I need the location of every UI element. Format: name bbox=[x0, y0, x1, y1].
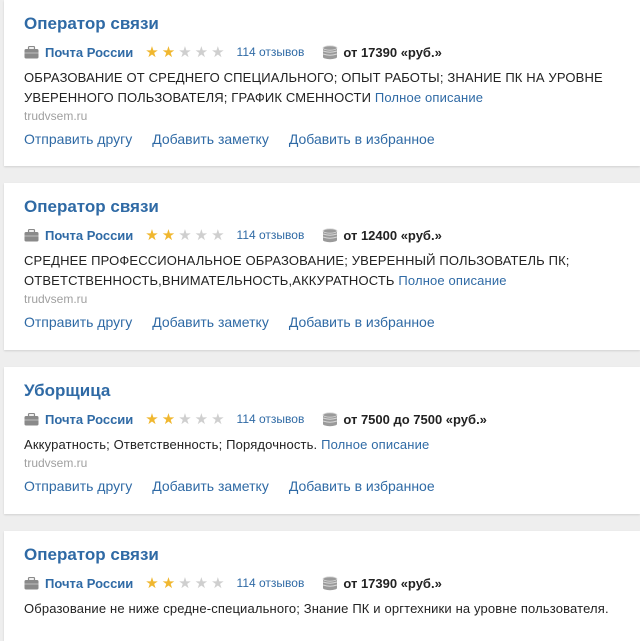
vacancy-card: Оператор связи Почта России ★ ★ ★ ★ ★ 114 от… bbox=[4, 0, 640, 166]
briefcase-icon bbox=[24, 412, 39, 426]
vacancy-meta: Почта России ★ ★ ★ ★ ★ 114 отзывов от 12400 … bbox=[24, 225, 640, 245]
send-to-friend-link[interactable]: Отправить другу bbox=[24, 313, 132, 332]
star-filled-icon: ★ bbox=[145, 226, 159, 244]
star-filled-icon: ★ bbox=[145, 410, 159, 428]
add-note-link[interactable]: Добавить заметку bbox=[152, 477, 269, 496]
description-text: Аккуратность; Ответственность; Порядочно… bbox=[24, 437, 318, 452]
vacancy-description: СРЕДНЕЕ ПРОФЕССИОНАЛЬНОЕ ОБРАЗОВАНИЕ; УВ… bbox=[24, 251, 640, 291]
add-to-favorites-link[interactable]: Добавить в избранное bbox=[289, 477, 435, 496]
company-link[interactable]: Почта России bbox=[45, 45, 133, 60]
company-link[interactable]: Почта России bbox=[45, 412, 133, 427]
vacancy-description: ОБРАЗОВАНИЕ ОТ СРЕДНЕГО СПЕЦИАЛЬНОГО; ОП… bbox=[24, 68, 640, 108]
star-empty-icon: ★ bbox=[178, 410, 192, 428]
salary: от 7500 до 7500 «руб.» bbox=[343, 411, 487, 427]
vacancy-title[interactable]: Оператор связи bbox=[24, 195, 640, 219]
source-label: trudvsem.ru bbox=[24, 456, 88, 470]
add-to-favorites-link[interactable]: Добавить в избранное bbox=[289, 130, 435, 149]
send-to-friend-link[interactable]: Отправить другу bbox=[24, 130, 132, 149]
reviews-link[interactable]: 114 отзывов bbox=[237, 412, 305, 426]
coins-icon bbox=[322, 227, 338, 243]
coins-icon bbox=[322, 44, 338, 60]
vacancy-actions: Отправить другу Добавить заметку Добавит… bbox=[24, 130, 640, 149]
star-empty-icon: ★ bbox=[194, 226, 209, 244]
star-filled-icon: ★ bbox=[161, 226, 176, 244]
salary: от 17390 «руб.» bbox=[343, 575, 442, 591]
add-note-link[interactable]: Добавить заметку bbox=[152, 313, 269, 332]
vacancy-description: Образование не ниже средне-специального;… bbox=[24, 599, 640, 619]
vacancy-meta: Почта России ★ ★ ★ ★ ★ 114 отзывов от 17390 … bbox=[24, 573, 640, 593]
rating-stars: ★ ★ ★ ★ ★ bbox=[145, 45, 224, 60]
salary: от 17390 «руб.» bbox=[343, 44, 442, 60]
vacancy-actions: Отправить другу Добавить заметку Добавит… bbox=[24, 477, 640, 496]
full-description-link[interactable]: Полное описание bbox=[398, 273, 506, 288]
star-empty-icon: ★ bbox=[211, 43, 225, 61]
vacancy-meta: Почта России ★ ★ ★ ★ ★ 114 отзывов от 7500 д… bbox=[24, 409, 640, 429]
rating-stars: ★ ★ ★ ★ ★ bbox=[145, 576, 224, 591]
briefcase-icon bbox=[24, 45, 39, 59]
rating-stars: ★ ★ ★ ★ ★ bbox=[145, 228, 224, 243]
vacancy-card: Оператор связи Почта России ★ ★ ★ ★ ★ 114 от… bbox=[4, 183, 640, 350]
vacancy-meta: Почта России ★ ★ ★ ★ ★ 114 отзывов от 17390 … bbox=[24, 42, 640, 62]
briefcase-icon bbox=[24, 228, 39, 242]
reviews-link[interactable]: 114 отзывов bbox=[237, 45, 305, 59]
vacancy-actions: Отправить другу Добавить заметку Добавит… bbox=[24, 313, 640, 332]
source-label: trudvsem.ru bbox=[24, 292, 88, 306]
star-empty-icon: ★ bbox=[194, 410, 209, 428]
star-empty-icon: ★ bbox=[178, 226, 192, 244]
coins-icon bbox=[322, 575, 338, 591]
star-filled-icon: ★ bbox=[161, 574, 176, 592]
star-empty-icon: ★ bbox=[194, 43, 209, 61]
add-to-favorites-link[interactable]: Добавить в избранное bbox=[289, 313, 435, 332]
star-empty-icon: ★ bbox=[211, 410, 225, 428]
company-link[interactable]: Почта России bbox=[45, 228, 133, 243]
star-empty-icon: ★ bbox=[211, 226, 225, 244]
reviews-link[interactable]: 114 отзывов bbox=[237, 228, 305, 242]
add-note-link[interactable]: Добавить заметку bbox=[152, 130, 269, 149]
star-filled-icon: ★ bbox=[161, 43, 176, 61]
star-filled-icon: ★ bbox=[145, 43, 159, 61]
description-text: ОБРАЗОВАНИЕ ОТ СРЕДНЕГО СПЕЦИАЛЬНОГО; ОП… bbox=[24, 70, 603, 105]
vacancy-title[interactable]: Уборщица bbox=[24, 379, 640, 403]
vacancy-card: Уборщица Почта России ★ ★ ★ ★ ★ 114 отзывов … bbox=[4, 367, 640, 514]
reviews-link[interactable]: 114 отзывов bbox=[237, 576, 305, 590]
star-empty-icon: ★ bbox=[178, 43, 192, 61]
send-to-friend-link[interactable]: Отправить другу bbox=[24, 477, 132, 496]
vacancy-title[interactable]: Оператор связи bbox=[24, 543, 640, 567]
star-filled-icon: ★ bbox=[145, 574, 159, 592]
full-description-link[interactable]: Полное описание bbox=[321, 437, 429, 452]
star-empty-icon: ★ bbox=[194, 574, 209, 592]
full-description-link[interactable]: Полное описание bbox=[375, 90, 483, 105]
vacancy-card: Оператор связи Почта России ★ ★ ★ ★ ★ 114 от… bbox=[4, 531, 640, 641]
briefcase-icon bbox=[24, 576, 39, 590]
star-empty-icon: ★ bbox=[178, 574, 192, 592]
rating-stars: ★ ★ ★ ★ ★ bbox=[145, 412, 224, 427]
vacancy-title[interactable]: Оператор связи bbox=[24, 12, 640, 36]
salary: от 12400 «руб.» bbox=[343, 227, 442, 243]
description-text: Образование не ниже средне-специального;… bbox=[24, 601, 609, 616]
coins-icon bbox=[322, 411, 338, 427]
vacancy-description: Аккуратность; Ответственность; Порядочно… bbox=[24, 435, 640, 455]
star-empty-icon: ★ bbox=[211, 574, 225, 592]
company-link[interactable]: Почта России bbox=[45, 576, 133, 591]
source-label: trudvsem.ru bbox=[24, 109, 88, 123]
star-filled-icon: ★ bbox=[161, 410, 176, 428]
